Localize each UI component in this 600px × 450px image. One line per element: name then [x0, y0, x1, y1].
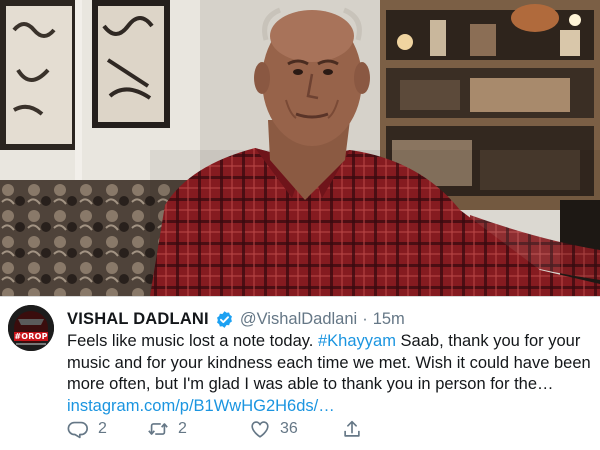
separator-dot: ·	[362, 309, 368, 328]
tweet-card[interactable]: #OROP VISHAL DADLANI @VishalDadlani · 15…	[0, 297, 600, 450]
tweet-text: Feels like music lost a note today. #Kha…	[67, 331, 595, 417]
display-name[interactable]: VISHAL DADLANI	[67, 310, 209, 329]
verified-badge-icon	[215, 310, 234, 329]
like-count: 36	[280, 420, 298, 437]
reply-count: 2	[98, 420, 107, 437]
like-button[interactable]: 36	[249, 418, 341, 440]
hashtag-link[interactable]: #Khayyam	[318, 332, 396, 350]
photo-illustration	[0, 0, 600, 296]
tweet-header: VISHAL DADLANI @VishalDadlani · 15m	[67, 308, 405, 330]
tweet-url-link[interactable]: instagram.com/p/B1WwHG2H6ds/…	[67, 397, 335, 415]
avatar[interactable]: #OROP	[8, 305, 54, 351]
share-button[interactable]	[341, 418, 363, 440]
retweet-icon	[148, 423, 168, 435]
share-icon	[344, 420, 360, 437]
tweet-text-part-1: Feels like music lost a note today.	[67, 332, 318, 350]
like-icon	[251, 421, 269, 438]
retweet-button[interactable]: 2	[147, 418, 249, 440]
avatar-label: #OROP	[14, 332, 48, 341]
retweet-count: 2	[178, 420, 187, 437]
reply-icon	[67, 421, 88, 439]
reply-button[interactable]: 2	[67, 418, 147, 440]
timestamp[interactable]: 15m	[373, 310, 405, 329]
handle[interactable]: @VishalDadlani	[240, 310, 357, 329]
avatar-image	[8, 305, 54, 351]
tweet-photo[interactable]	[0, 0, 600, 296]
tweet-actions: 2 2 36	[67, 417, 363, 441]
